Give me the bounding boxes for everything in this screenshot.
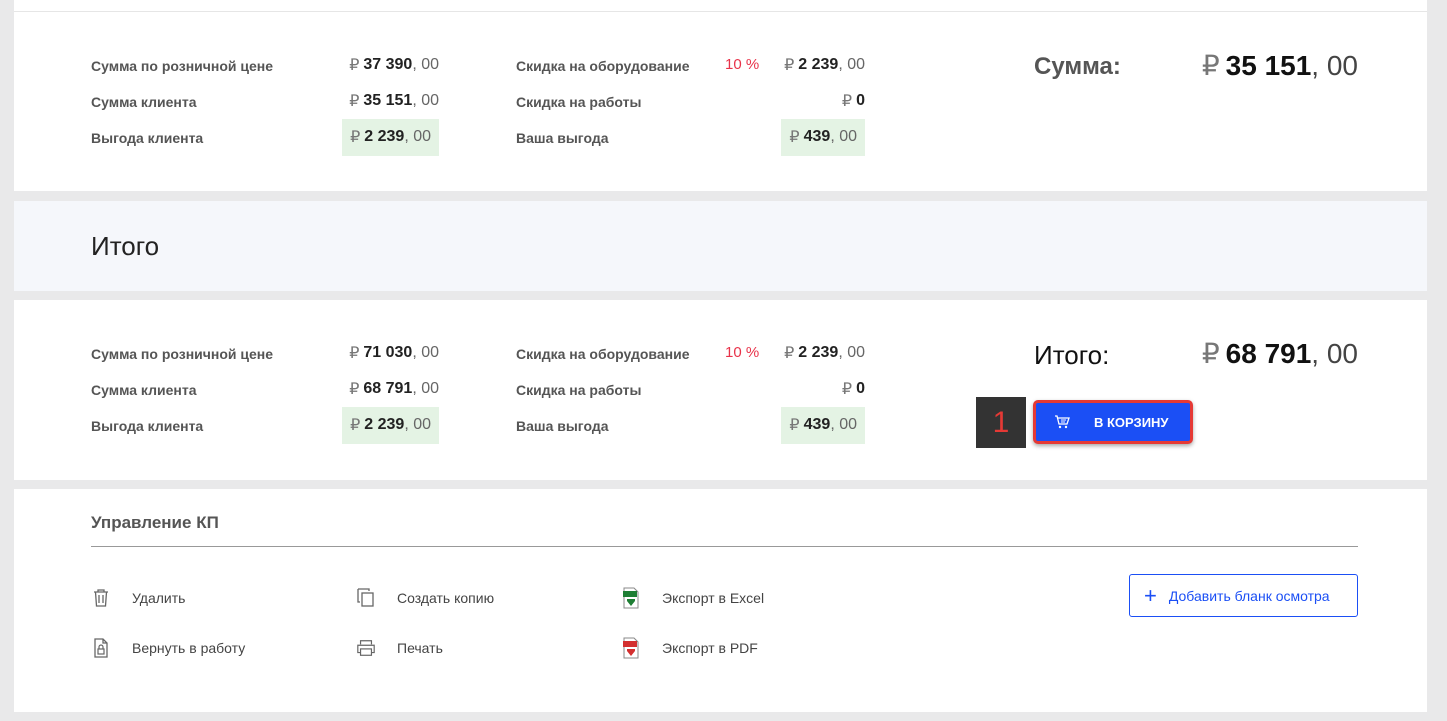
print-action[interactable]: Печать: [356, 637, 443, 659]
sum-total-value: ₽35 151, 00: [1201, 50, 1358, 81]
client-benefit-value: ₽2 239, 00: [350, 416, 431, 434]
client-benefit-label: Выгода клиента: [91, 418, 204, 434]
retail-sum-value: ₽71 030, 00: [349, 344, 439, 362]
your-benefit-label: Ваша выгода: [516, 418, 609, 434]
excel-file-icon: [621, 587, 641, 609]
work-discount-label: Скидка на работы: [516, 382, 642, 398]
manage-card: Управление КП Удалить Вернуть в работу С…: [14, 489, 1427, 712]
add-to-cart-button[interactable]: В КОРЗИНУ: [1033, 400, 1193, 444]
work-discount-value: ₽0: [841, 380, 865, 398]
equipment-discount-value: ₽2 239, 00: [784, 344, 865, 362]
sum-card: Сумма по розничной цене ₽37 390, 00 Сумм…: [14, 0, 1427, 191]
itogo-header: Итого: [14, 201, 1427, 291]
delete-action[interactable]: Удалить: [91, 587, 185, 609]
return-to-work-action[interactable]: Вернуть в работу: [91, 637, 245, 659]
step-number-badge: 1: [976, 397, 1026, 448]
itogo-total-value: ₽68 791, 00: [1201, 338, 1358, 369]
print-label: Печать: [397, 640, 443, 656]
copy-icon: [356, 587, 376, 609]
client-benefit-value: ₽2 239, 00: [350, 128, 431, 146]
copy-label: Создать копию: [397, 590, 495, 606]
manage-title: Управление КП: [91, 513, 219, 532]
itogo-title: Итого: [91, 231, 160, 261]
export-excel-label: Экспорт в Excel: [662, 590, 765, 606]
client-sum-value: ₽35 151, 00: [349, 92, 439, 110]
plus-icon: +: [1144, 582, 1157, 608]
client-sum-label: Сумма клиента: [91, 382, 197, 398]
export-pdf-action[interactable]: Экспорт в PDF: [621, 637, 758, 659]
copy-action[interactable]: Создать копию: [356, 587, 494, 609]
add-inspection-form-button[interactable]: + Добавить бланк осмотра: [1129, 574, 1358, 617]
your-benefit-value: ₽439, 00: [789, 128, 857, 146]
sum-total-label: Сумма:: [1034, 53, 1121, 80]
trash-icon: [91, 587, 111, 609]
pdf-file-icon: [621, 637, 641, 659]
export-excel-action[interactable]: Экспорт в Excel: [621, 587, 764, 609]
export-pdf-label: Экспорт в PDF: [662, 640, 758, 656]
work-discount-label: Скидка на работы: [516, 94, 642, 110]
client-benefit-label: Выгода клиента: [91, 130, 204, 146]
client-sum-label: Сумма клиента: [91, 94, 197, 110]
client-sum-value: ₽68 791, 00: [349, 380, 439, 398]
cart-icon: [1055, 415, 1070, 429]
retail-sum-label: Сумма по розничной цене: [91, 58, 274, 74]
divider: [14, 11, 1427, 12]
itogo-card: Сумма по розничной цене ₽71 030, 00 Сумм…: [14, 300, 1427, 480]
retail-sum-value: ₽37 390, 00: [349, 56, 439, 74]
your-benefit-label: Ваша выгода: [516, 130, 609, 146]
equipment-discount-label: Скидка на оборудование: [516, 346, 690, 362]
delete-label: Удалить: [132, 590, 186, 606]
return-to-work-label: Вернуть в работу: [132, 640, 246, 656]
itogo-total-label: Итого:: [1034, 340, 1110, 370]
manage-divider: [91, 546, 1358, 547]
document-lock-icon: [91, 637, 111, 659]
add-inspection-form-label: Добавить бланк осмотра: [1168, 587, 1330, 604]
retail-sum-label: Сумма по розничной цене: [91, 346, 274, 362]
add-to-cart-label: В КОРЗИНУ: [1094, 414, 1169, 430]
your-benefit-value: ₽439, 00: [789, 416, 857, 434]
equipment-discount-label: Скидка на оборудование: [516, 58, 690, 74]
equipment-discount-value: ₽2 239, 00: [784, 56, 865, 74]
printer-icon: [356, 637, 376, 659]
work-discount-value: ₽0: [841, 92, 865, 110]
